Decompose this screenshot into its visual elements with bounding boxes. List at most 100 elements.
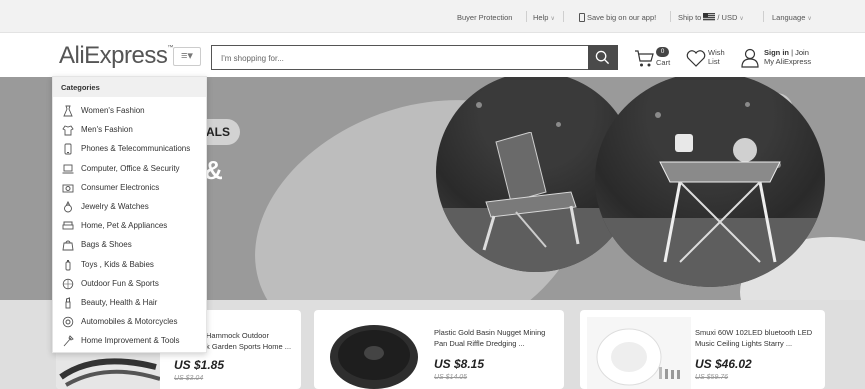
divider — [763, 11, 764, 22]
category-label: Bags & Shoes — [81, 240, 132, 250]
product-image — [587, 317, 691, 389]
product-title-line: k Garden Sports Home ... — [206, 342, 292, 351]
ring-icon — [62, 201, 74, 213]
language-menu[interactable]: Language ∨ — [772, 13, 812, 22]
sofa-icon — [62, 220, 74, 232]
product-title: Smuxi 60W 102LED bluetooth LED Music Ceil… — [695, 327, 812, 349]
join-link[interactable]: Join — [795, 48, 809, 57]
category-item[interactable]: Outdoor Fun & Sports — [53, 275, 206, 294]
user-icon — [741, 48, 759, 68]
bag-icon — [62, 239, 74, 251]
category-item[interactable]: Consumer Electronics — [53, 179, 206, 198]
ship-to-menu[interactable]: Ship to / USD ∨ — [678, 13, 744, 22]
menu-icon: ≡▾ — [181, 50, 193, 62]
product-title: Hammock Outdoor k Garden Sports Home ... — [206, 330, 291, 352]
category-label: Computer, Office & Security — [81, 163, 180, 173]
category-item[interactable]: Home Improvement & Tools — [53, 332, 206, 351]
product-old-price: US $59.76 — [695, 374, 729, 381]
category-item[interactable]: Computer, Office & Security — [53, 160, 206, 179]
language-label: Language — [772, 13, 806, 22]
product-title-line: Music Ceiling Lights Starry ... — [695, 339, 793, 348]
category-item[interactable]: Men's Fashion — [53, 121, 206, 140]
ball-icon — [62, 278, 74, 290]
category-label: Women's Fashion — [81, 106, 145, 115]
laptop-icon — [62, 163, 74, 175]
wish-list-button[interactable]: Wish List — [686, 45, 736, 71]
chevron-down-icon: ∨ — [550, 16, 555, 22]
list-label: List — [708, 57, 720, 66]
phone-icon — [579, 13, 585, 22]
product-title-line: Plastic Gold Basin Nugget Mining — [434, 328, 546, 337]
category-item[interactable]: Jewelry & Watches — [53, 198, 206, 217]
product-price: US $8.15 — [434, 357, 485, 371]
category-label: Toys , Kids & Babies — [81, 259, 154, 269]
bottle-icon — [62, 259, 74, 271]
help-label: Help — [533, 13, 549, 22]
category-label: Beauty, Health & Hair — [81, 298, 158, 307]
top-bar: Buyer Protection Help ∨ Save big on our a… — [0, 0, 865, 33]
currency-label: / USD — [717, 13, 738, 22]
product-card[interactable]: Smuxi 60W 102LED bluetooth LED Music Ceil… — [580, 310, 825, 389]
logo-text: AliExpress — [59, 42, 168, 69]
product-title-line: Hammock Outdoor — [206, 331, 269, 340]
category-item[interactable]: Phones & Telecommunications — [53, 140, 206, 159]
buyer-protection-link[interactable]: Buyer Protection — [457, 13, 512, 22]
cart-label: Cart — [656, 58, 671, 67]
product-title: Plastic Gold Basin Nugget Mining Pan Dual… — [434, 327, 545, 349]
category-item[interactable]: Home, Pet & Appliances — [53, 217, 206, 236]
wheel-icon — [62, 316, 74, 328]
category-item[interactable]: Bags & Shoes — [53, 236, 206, 255]
ship-to-label: Ship to — [678, 13, 702, 22]
product-card[interactable]: Plastic Gold Basin Nugget Mining Pan Dual… — [314, 310, 564, 389]
category-label: Phones & Telecommunications — [81, 144, 191, 154]
category-item[interactable]: Automobiles & Motorcycles — [53, 313, 206, 332]
category-label: Automobiles & Motorcycles — [81, 317, 178, 327]
search-icon — [595, 50, 610, 65]
garden-table-photo — [595, 77, 825, 287]
category-label: Jewelry & Watches — [81, 202, 149, 211]
divider — [526, 11, 527, 22]
divider — [563, 11, 564, 22]
category-label: Outdoor Fun & Sports — [81, 278, 159, 288]
category-label: Men's Fashion — [81, 125, 133, 135]
camera-icon — [62, 182, 74, 194]
divider — [670, 11, 671, 22]
my-aliexpress-link[interactable]: My AliExpress — [764, 57, 811, 66]
cart-icon — [635, 50, 654, 67]
search-input[interactable]: I'm shopping for... — [211, 45, 588, 70]
product-old-price: US $14.05 — [434, 374, 468, 381]
chevron-down-icon: ∨ — [739, 16, 744, 22]
category-label: Home, Pet & Appliances — [81, 221, 168, 231]
cart-button[interactable]: 0 Cart — [634, 45, 674, 71]
cart-count-badge: 0 — [656, 47, 669, 57]
us-flag-icon — [703, 13, 716, 21]
sign-in-link[interactable]: Sign in — [764, 48, 789, 57]
heart-icon — [686, 50, 706, 67]
category-label: Consumer Electronics — [81, 182, 160, 192]
product-title-line: Smuxi 60W 102LED bluetooth LED — [695, 328, 813, 337]
dress-icon — [62, 105, 74, 117]
product-price: US $46.02 — [695, 357, 752, 371]
phone-icon — [62, 143, 74, 155]
separator: | — [791, 48, 794, 57]
tools-icon — [62, 335, 74, 347]
lipstick-icon — [62, 297, 74, 309]
help-menu[interactable]: Help ∨ — [533, 13, 555, 22]
categories-menu-button[interactable]: ≡▾ — [173, 47, 201, 66]
aliexpress-logo[interactable]: AliExpress™ — [59, 42, 173, 70]
category-item[interactable]: Women's Fashion — [53, 102, 206, 121]
shirt-icon — [62, 124, 74, 136]
app-promo-label: Save big on our app! — [587, 13, 657, 22]
categories-title: Categories — [53, 77, 206, 97]
categories-dropdown: Categories Women's Fashion Men's Fashion P… — [52, 76, 207, 353]
product-title-line: Pan Dual Riffle Dredging ... — [434, 339, 525, 348]
search-button[interactable] — [588, 45, 618, 70]
product-image — [322, 317, 426, 389]
product-old-price: US $3.04 — [174, 375, 204, 382]
account-menu[interactable]: Sign in | Join My AliExpress — [741, 45, 831, 71]
chevron-down-icon: ∨ — [807, 16, 812, 22]
category-item[interactable]: Toys , Kids & Babies — [53, 256, 206, 275]
app-promo-link[interactable]: Save big on our app! — [579, 13, 656, 22]
category-label: Home Improvement & Tools — [81, 336, 180, 346]
category-item[interactable]: Beauty, Health & Hair — [53, 294, 206, 313]
